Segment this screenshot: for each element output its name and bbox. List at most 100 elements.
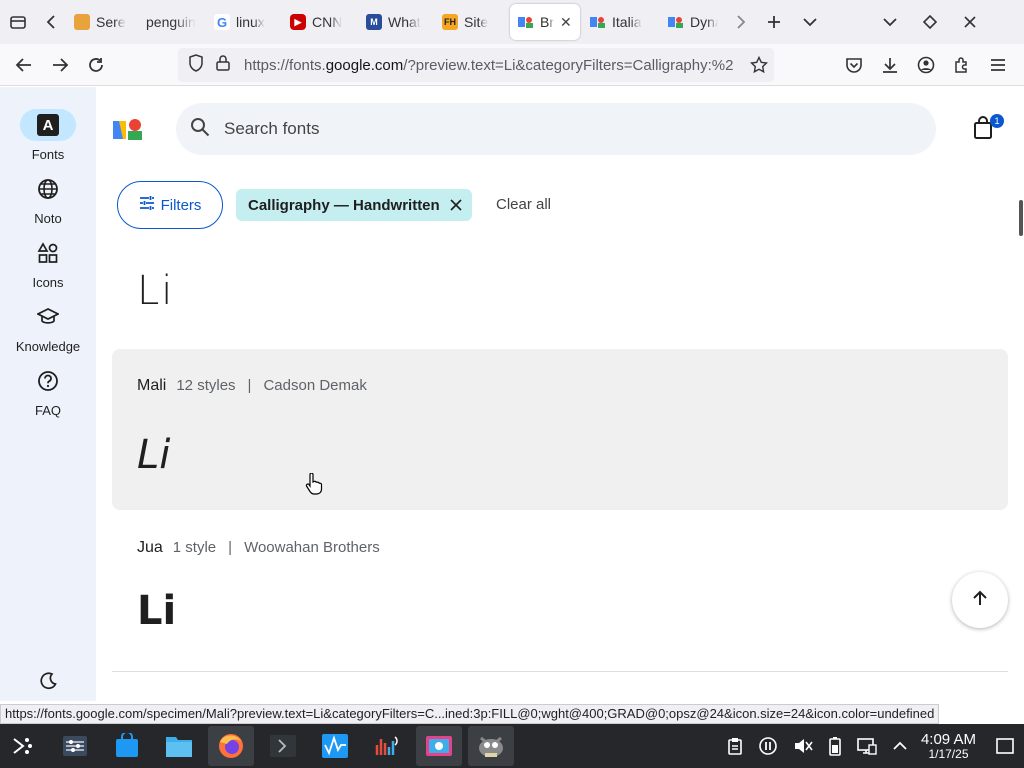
- tab-what[interactable]: M What: [358, 4, 434, 40]
- new-tab-icon[interactable]: [756, 0, 792, 44]
- rail-item-label: Fonts: [31, 147, 65, 162]
- help-icon: [20, 365, 76, 397]
- meta-separator: |: [247, 377, 252, 394]
- back-icon[interactable]: [6, 47, 42, 83]
- address-bar[interactable]: https://fonts.google.com/?preview.text=L…: [178, 48, 774, 82]
- rail-item-fonts[interactable]: A Fonts: [0, 109, 96, 162]
- system-monitor-icon[interactable]: [312, 726, 358, 766]
- tab-italia[interactable]: Italia: [582, 4, 660, 40]
- tab-dyna[interactable]: Dyna: [660, 4, 726, 40]
- moon-icon: [20, 665, 76, 697]
- tab-label: What: [388, 14, 421, 30]
- pocket-icon[interactable]: [836, 47, 872, 83]
- audio-recorder-icon[interactable]: [364, 726, 410, 766]
- url-text[interactable]: https://fonts.google.com/?preview.text=L…: [244, 57, 734, 74]
- discover-store-icon[interactable]: [104, 726, 150, 766]
- font-designer: Woowahan Brothers: [244, 539, 380, 556]
- google-fonts-icon: [668, 14, 684, 30]
- font-sample-text[interactable]: Li: [137, 588, 176, 634]
- active-filter-chip[interactable]: Calligraphy — Handwritten: [236, 189, 472, 221]
- cart-count-badge: 1: [990, 114, 1004, 128]
- file-manager-icon[interactable]: [156, 726, 202, 766]
- rail-item-label: Knowledge: [15, 339, 81, 354]
- rail-item-knowledge[interactable]: Knowledge: [0, 301, 96, 354]
- terminal-icon[interactable]: [260, 726, 306, 766]
- volume-muted-icon[interactable]: [793, 737, 813, 755]
- search-icon: [190, 117, 210, 142]
- close-window-icon[interactable]: [952, 0, 988, 44]
- tab-linux[interactable]: G linux: [206, 4, 282, 40]
- tab-label: linux: [236, 14, 265, 30]
- result-divider: [112, 671, 1008, 672]
- font-meta-mali: Mali 12 styles | Cadson Demak: [137, 377, 367, 395]
- show-desktop-icon[interactable]: [996, 738, 1014, 754]
- url-suffix: /?preview.text=Li&categoryFilters=Callig…: [403, 56, 734, 74]
- minimize-chevron-icon[interactable]: [872, 0, 908, 44]
- reload-icon[interactable]: [78, 47, 114, 83]
- navigation-rail: A Fonts Noto Icons Knowledge FAQ: [0, 87, 96, 701]
- gimp-icon[interactable]: [468, 726, 514, 766]
- bookmark-star-icon[interactable]: [749, 55, 769, 78]
- tab-br-active[interactable]: Br ✕: [510, 4, 580, 40]
- globe-icon: [20, 173, 76, 205]
- remove-filter-icon[interactable]: [450, 199, 462, 211]
- hamburger-menu-icon[interactable]: [980, 47, 1016, 83]
- scroll-to-top-button[interactable]: [952, 572, 1008, 628]
- url-host: google.com: [325, 56, 404, 74]
- arrow-up-icon: [971, 589, 989, 612]
- font-sample-text[interactable]: Li: [137, 268, 174, 314]
- tab-overview-icon[interactable]: [0, 0, 36, 44]
- tab-scroll-left-icon[interactable]: [36, 0, 66, 44]
- rail-item-noto[interactable]: Noto: [0, 173, 96, 226]
- font-name[interactable]: Jua: [137, 539, 163, 556]
- tab-serei[interactable]: Serei: [66, 4, 134, 40]
- list-all-tabs-icon[interactable]: [792, 0, 828, 44]
- page-scrollbar[interactable]: [1019, 200, 1023, 236]
- clipboard-icon[interactable]: [727, 737, 743, 755]
- media-pause-icon[interactable]: [759, 737, 777, 755]
- fonts-icon: A: [20, 109, 76, 141]
- tracking-protection-icon[interactable]: [188, 54, 204, 76]
- app-launcher-icon[interactable]: [0, 726, 46, 766]
- filter-chip-label: Calligraphy — Handwritten: [248, 196, 440, 214]
- tray-expand-icon[interactable]: [893, 741, 907, 751]
- font-name[interactable]: Mali: [137, 377, 166, 394]
- firefox-icon[interactable]: [208, 726, 254, 766]
- lock-icon[interactable]: [216, 55, 230, 75]
- filters-button-label: Filters: [160, 196, 202, 214]
- search-fonts-input[interactable]: Search fonts: [176, 103, 936, 155]
- system-settings-icon[interactable]: [52, 726, 98, 766]
- font-sample-text[interactable]: Li: [137, 432, 170, 478]
- tab-penguin[interactable]: penguin: [134, 4, 206, 40]
- downloads-icon[interactable]: [872, 47, 908, 83]
- close-tab-icon[interactable]: ✕: [560, 14, 572, 31]
- battery-icon[interactable]: [829, 736, 841, 756]
- account-icon[interactable]: [908, 47, 944, 83]
- google-fonts-logo[interactable]: [113, 117, 143, 146]
- network-wired-icon[interactable]: [857, 737, 877, 755]
- rail-item-faq[interactable]: FAQ: [0, 365, 96, 418]
- font-card-mali[interactable]: [112, 349, 1008, 510]
- tab-site[interactable]: FH Site: [434, 4, 508, 40]
- google-fonts-icon: [518, 14, 534, 30]
- tab-scroll-right-icon[interactable]: [726, 0, 756, 44]
- tab-cnn[interactable]: ▶ CNN: [282, 4, 358, 40]
- dark-mode-toggle[interactable]: [0, 665, 96, 703]
- extensions-icon[interactable]: [944, 47, 980, 83]
- clear-all-button[interactable]: Clear all: [496, 196, 551, 213]
- link-status-bar: https://fonts.google.com/specimen/Mali?p…: [0, 704, 940, 724]
- system-tray: 4:09 AM 1/17/25: [719, 724, 1024, 768]
- search-placeholder: Search fonts: [224, 119, 320, 138]
- screenshot-tool-icon[interactable]: [416, 726, 462, 766]
- navigation-toolbar: https://fonts.google.com/?preview.text=L…: [0, 44, 1024, 86]
- clock[interactable]: 4:09 AM 1/17/25: [921, 732, 976, 760]
- rail-item-label: Noto: [34, 211, 62, 226]
- forward-icon[interactable]: [42, 47, 78, 83]
- clock-date: 1/17/25: [928, 746, 969, 761]
- youtube-icon: ▶: [290, 14, 306, 30]
- google-icon: G: [214, 14, 230, 30]
- font-designer: Cadson Demak: [263, 377, 367, 394]
- restore-window-icon[interactable]: [912, 0, 948, 44]
- filters-button[interactable]: Filters: [117, 181, 223, 229]
- rail-item-icons[interactable]: Icons: [0, 237, 96, 290]
